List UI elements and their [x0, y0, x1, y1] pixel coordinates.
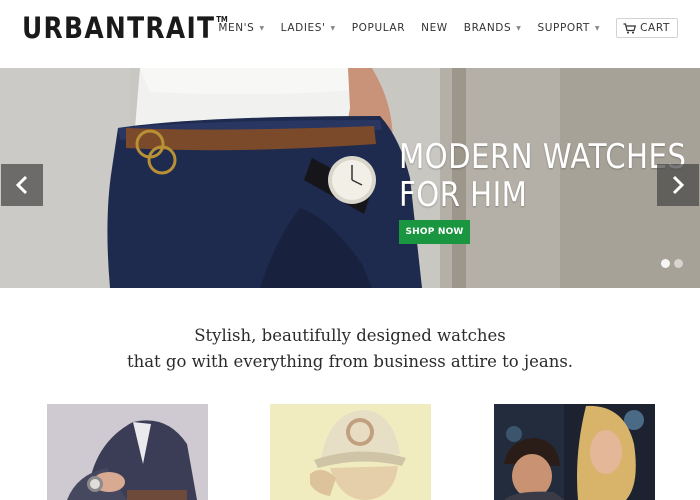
woman-in-cap-tile[interactable] [270, 404, 431, 500]
main-nav: MEN'S ▼ LADIES' ▼ POPULAR NEW BRANDS ▼ S… [218, 0, 700, 56]
hero-headline-line2: FOR HIM [399, 175, 528, 215]
hero-headline-line1: MODERN WATCHES [399, 137, 687, 177]
nav-item-label: POPULAR [351, 22, 406, 34]
cart-button[interactable]: CART [616, 18, 678, 38]
nav-item-support[interactable]: SUPPORT ▼ [537, 22, 600, 34]
slider-dots [657, 259, 683, 268]
slider-dot-2[interactable] [674, 259, 683, 268]
cart-icon [623, 22, 637, 34]
brand-logo[interactable]: URBANTRAITTM [22, 10, 228, 54]
tagline-line2: that go with everything from business at… [126, 352, 574, 371]
tile-image [47, 404, 208, 500]
nav-item-label: NEW [421, 22, 448, 34]
tagline: Stylish, beautifully designed watches th… [0, 323, 700, 375]
couple-tile[interactable] [494, 404, 655, 500]
chevron-right-icon [672, 175, 685, 195]
hero-headline: MODERN WATCHES FOR HIM [399, 138, 686, 214]
tile-image [494, 404, 655, 500]
chevron-left-icon [15, 175, 28, 195]
nav-item-popular[interactable]: POPULAR [352, 22, 405, 34]
nav-item-label: BRANDS [463, 22, 512, 34]
tile-image [270, 404, 431, 500]
caret-down-icon: ▼ [259, 24, 265, 32]
nav-item-new[interactable]: NEW [421, 22, 448, 34]
caret-down-icon: ▼ [516, 24, 522, 32]
cart-label: CART [640, 22, 670, 34]
nav-item-label: MEN'S [218, 22, 255, 34]
caret-down-icon: ▼ [594, 24, 601, 32]
caret-down-icon: ▼ [330, 24, 336, 32]
brand-name: URBANTRAIT [22, 11, 216, 45]
slider-dot-1[interactable] [661, 259, 670, 268]
tagline-line1: Stylish, beautifully designed watches [194, 326, 506, 345]
nav-item-mens[interactable]: MEN'S ▼ [218, 22, 264, 34]
nav-item-brands[interactable]: BRANDS ▼ [464, 22, 522, 34]
slider-next-button[interactable] [657, 164, 699, 206]
hero-slider: MODERN WATCHES FOR HIM SHOP NOW [0, 68, 700, 288]
man-in-blazer-tile[interactable] [47, 404, 208, 500]
nav-item-label: SUPPORT [537, 22, 590, 34]
slider-prev-button[interactable] [1, 164, 43, 206]
shop-now-button[interactable]: SHOP NOW [399, 220, 470, 244]
nav-item-label: LADIES' [280, 22, 326, 34]
nav-item-ladies[interactable]: LADIES' ▼ [281, 22, 336, 34]
site-header: URBANTRAITTM MEN'S ▼ LADIES' ▼ POPULAR N… [0, 0, 700, 68]
